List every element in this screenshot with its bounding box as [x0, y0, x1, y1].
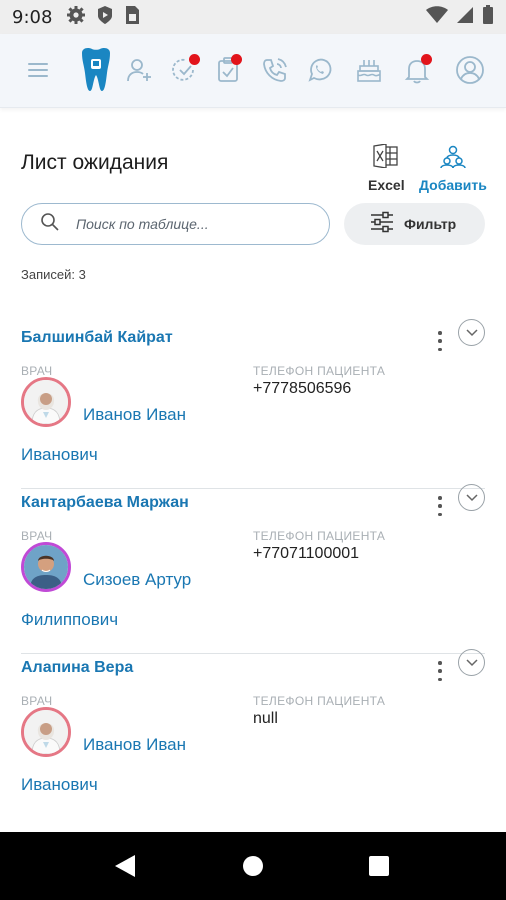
more-options-icon[interactable]	[435, 331, 445, 351]
gear-icon	[66, 5, 86, 30]
filter-sliders-icon	[370, 211, 394, 238]
doctor-name[interactable]: Сизоев Артур Филиппович	[21, 560, 221, 640]
shield-play-icon	[96, 5, 114, 30]
card-divider	[21, 653, 485, 654]
page-title: Лист ожидания	[21, 151, 169, 174]
filter-button[interactable]: Фильтр	[344, 203, 485, 245]
excel-label: Excel	[368, 177, 405, 193]
clipboard-check-icon[interactable]	[213, 54, 245, 86]
search-icon	[40, 212, 60, 237]
cake-icon[interactable]	[353, 54, 385, 86]
signal-icon	[456, 6, 474, 29]
profile-icon[interactable]	[454, 54, 486, 86]
system-nav-bar	[0, 832, 506, 900]
phone-label: ТЕЛЕФОН ПАЦИЕНТА	[253, 364, 386, 378]
card-divider	[21, 488, 485, 489]
wifi-icon	[426, 5, 448, 29]
bell-icon[interactable]	[401, 54, 433, 86]
add-user-icon[interactable]	[124, 54, 156, 86]
whatsapp-icon[interactable]	[304, 54, 336, 86]
recents-icon[interactable]	[368, 855, 390, 882]
waitlist-card: Алапина Вера ВРАЧ ТЕЛЕФОН ПАЦИЕНТА Ивано…	[21, 649, 485, 819]
patient-name[interactable]: Алапина Вера	[21, 659, 133, 677]
doctor-label: ВРАЧ	[21, 364, 53, 378]
battery-icon	[482, 4, 494, 30]
more-options-icon[interactable]	[435, 496, 445, 516]
add-label: Добавить	[419, 177, 487, 193]
more-options-icon[interactable]	[435, 661, 445, 681]
search-input[interactable]	[76, 216, 306, 232]
patient-phone: +7778506596	[253, 380, 352, 397]
doctor-label: ВРАЧ	[21, 694, 53, 708]
doctor-label: ВРАЧ	[21, 529, 53, 543]
sim-card-icon	[124, 5, 140, 30]
expand-chevron-icon[interactable]	[458, 649, 485, 676]
waitlist-card: Кантарбаева Маржан ВРАЧ ТЕЛЕФОН ПАЦИЕНТА…	[21, 484, 485, 654]
add-group-icon	[440, 144, 466, 173]
phone-label: ТЕЛЕФОН ПАЦИЕНТА	[253, 694, 386, 708]
patient-phone: null	[253, 710, 278, 727]
tooth-logo-icon[interactable]	[77, 46, 115, 94]
home-icon[interactable]	[242, 855, 264, 882]
patient-name[interactable]: Балшинбай Кайрат	[21, 329, 173, 347]
phone-label: ТЕЛЕФОН ПАЦИЕНТА	[253, 529, 386, 543]
doctor-name[interactable]: Иванов Иван Иванович	[21, 725, 221, 805]
doctor-name[interactable]: Иванов Иван Иванович	[21, 395, 221, 475]
add-button[interactable]: Добавить	[419, 144, 487, 193]
status-bar: 9:08	[0, 0, 506, 34]
waitlist-card: Балшинбай Кайрат ВРАЧ ТЕЛЕФОН ПАЦИЕНТА И…	[21, 319, 485, 489]
records-count: Записей: 3	[21, 267, 86, 282]
patient-phone: +77071100001	[253, 545, 360, 562]
search-box[interactable]	[21, 203, 330, 245]
back-icon[interactable]	[114, 854, 136, 883]
status-time: 9:08	[12, 6, 53, 28]
clock-check-icon[interactable]	[169, 54, 201, 86]
expand-chevron-icon[interactable]	[458, 319, 485, 346]
phone-icon[interactable]	[259, 54, 291, 86]
filter-label: Фильтр	[404, 216, 457, 232]
excel-icon	[373, 143, 399, 173]
expand-chevron-icon[interactable]	[458, 484, 485, 511]
menu-icon[interactable]	[22, 54, 54, 86]
excel-export-button[interactable]: Excel	[368, 143, 405, 193]
app-header	[0, 34, 506, 108]
patient-name[interactable]: Кантарбаева Маржан	[21, 494, 189, 512]
